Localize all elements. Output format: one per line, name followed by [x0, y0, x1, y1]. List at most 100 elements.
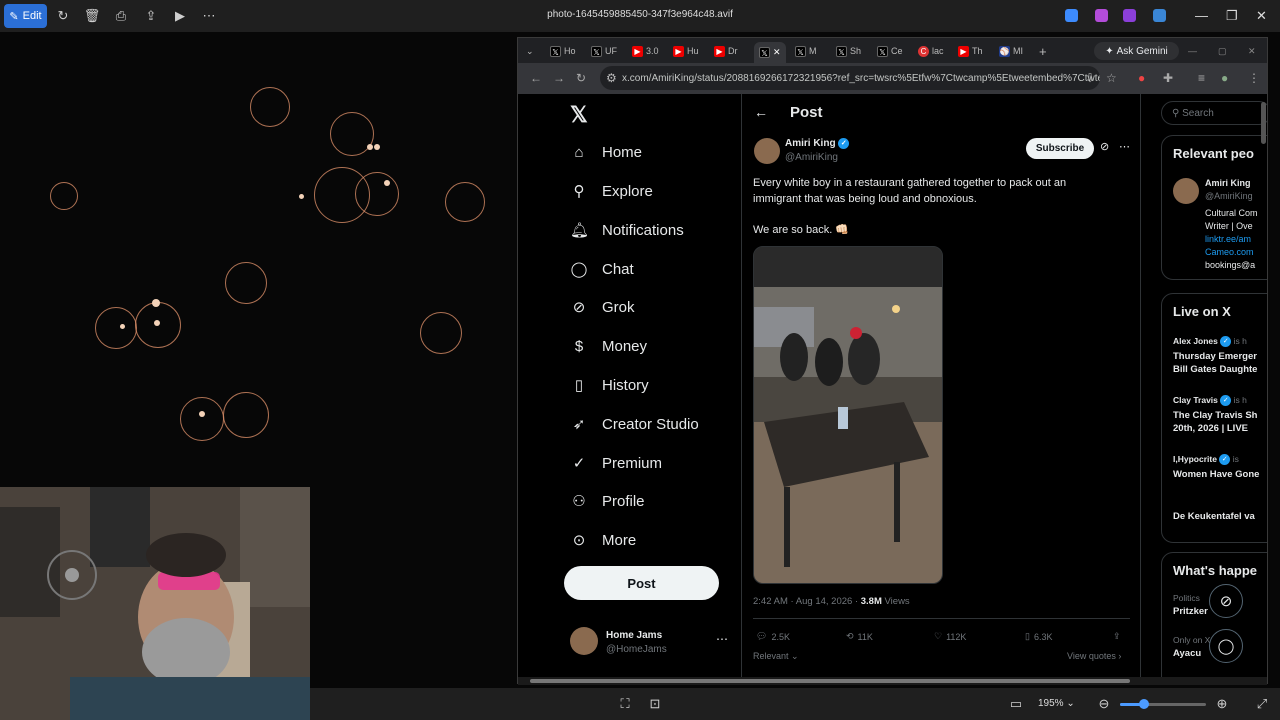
print-icon[interactable]: ⎙ [111, 6, 131, 26]
browser-tab[interactable]: Clac [918, 42, 944, 60]
live-extra-title[interactable]: De Keukentafel va [1173, 511, 1255, 522]
person-link-2[interactable]: Cameo.com [1205, 247, 1254, 257]
scrollbar-thumb[interactable] [530, 679, 1130, 683]
install-icon[interactable]: ⇩ [1085, 71, 1095, 85]
nav-money[interactable]: $ Money [570, 333, 647, 359]
search-input[interactable]: ⚲ Search [1161, 101, 1267, 125]
nav-explore[interactable]: ⚲ Explore [570, 178, 653, 204]
bookmark-star-icon[interactable]: ☆ [1106, 71, 1117, 85]
nav-notifications[interactable]: 🔔︎ Notifications [570, 217, 684, 243]
browser-tab[interactable]: ▶ Th [958, 42, 983, 60]
forward-icon[interactable]: → [553, 71, 565, 85]
grok-explain-icon[interactable]: ⊘ [1100, 140, 1109, 153]
slideshow-icon[interactable]: ▶ [170, 6, 190, 26]
zoom-slider-thumb[interactable] [1139, 699, 1149, 709]
back-arrow-icon[interactable]: ← [754, 104, 768, 120]
browser-tab[interactable]: ▶ Hu [673, 42, 699, 60]
ask-gemini-button[interactable]: ✦ Ask Gemini [1094, 42, 1179, 60]
trend-name[interactable]: Ayacu [1173, 648, 1201, 659]
back-icon[interactable]: ← [530, 71, 542, 85]
nav-more[interactable]: ⊙ More [570, 527, 636, 553]
nav-history[interactable]: ▯ History [570, 372, 649, 398]
browser-tab[interactable]: 𝕏 Ho [550, 42, 576, 60]
nav-creator-studio[interactable]: ➶ Creator Studio [570, 411, 699, 437]
site-info-icon[interactable]: ⚙ [606, 71, 617, 85]
person-avatar[interactable] [1173, 178, 1199, 204]
like-button[interactable]: ♡ 112K [934, 631, 966, 642]
zoom-slider[interactable] [1120, 699, 1206, 709]
tab-search-button[interactable]: ⌄ [526, 42, 534, 60]
fit-to-window-icon[interactable]: ⛶ [615, 694, 635, 714]
author-avatar[interactable] [754, 138, 780, 164]
person-link-1[interactable]: linktr.ee/am [1205, 234, 1251, 244]
edit-button[interactable]: ✎ Edit [4, 4, 47, 28]
app-tray-icon[interactable] [1153, 9, 1166, 22]
grok-fab-icon[interactable]: ⊘ [1209, 584, 1243, 618]
browser-tab[interactable]: 𝕏 Sh [836, 42, 861, 60]
chat-fab-icon[interactable]: ◯ [1209, 629, 1243, 663]
reading-list-icon[interactable]: ≡ [1198, 71, 1205, 85]
avatar[interactable] [570, 627, 598, 655]
nav-profile[interactable]: ⚇ Profile [570, 488, 644, 514]
share-icon[interactable]: ⇪ [141, 6, 161, 26]
author-name-row[interactable]: Amiri King ✓ [785, 138, 850, 149]
browser-tab[interactable]: 𝕏 UF [591, 42, 617, 60]
nav-home[interactable]: ⌂ Home [570, 139, 642, 165]
trend-name[interactable]: Pritzker [1173, 606, 1208, 617]
browser-tab[interactable]: ▶ Dr [714, 42, 738, 60]
delete-icon[interactable]: 🗑 [82, 6, 102, 26]
app-tray-icon[interactable] [1095, 9, 1108, 22]
reply-button[interactable]: 💬︎ 2.5K [756, 631, 790, 642]
more-options-icon[interactable]: ⋯ [199, 6, 219, 26]
nav-premium[interactable]: ✓ Premium [570, 450, 662, 476]
live-title-1[interactable]: The Clay Travis Sh [1173, 410, 1257, 421]
live-title-1[interactable]: Women Have Gone [1173, 469, 1259, 480]
horizontal-scrollbar[interactable] [518, 677, 1267, 685]
maximize-icon[interactable]: ▢ [1218, 42, 1227, 60]
browser-tab[interactable]: ▶ 3.0 [632, 42, 659, 60]
reload-icon[interactable]: ↻ [576, 71, 586, 85]
live-title-1[interactable]: Thursday Emerger [1173, 351, 1257, 362]
fullscreen-frame-icon[interactable]: ▭ [1006, 694, 1026, 714]
nav-chat[interactable]: ◯ Chat [570, 256, 634, 282]
repost-button[interactable]: ⟲ 11K [846, 631, 873, 642]
live-host-row[interactable]: Clay Travis ✓ is h [1173, 395, 1247, 407]
tab-close-icon[interactable]: ✕ [773, 47, 781, 58]
actual-size-icon[interactable]: ⊡ [645, 694, 665, 714]
app-tray-icon[interactable] [1065, 9, 1078, 22]
zoom-out-icon[interactable]: ⊖ [1094, 694, 1114, 714]
post-more-icon[interactable]: ⋯ [1119, 140, 1130, 153]
browser-tab[interactable]: ⚾ MI [999, 42, 1023, 60]
vertical-scrollbar[interactable] [1261, 102, 1266, 144]
url-bar[interactable]: x.com/AmiriKing/status/20881692661723219… [600, 66, 1100, 90]
minimize-icon[interactable]: — [1195, 8, 1208, 23]
expand-icon[interactable]: ⤢ [1252, 694, 1272, 714]
live-title-2[interactable]: 20th, 2026 | LIVE [1173, 423, 1248, 434]
bookmark-button[interactable]: ▯ 6.3K [1025, 631, 1052, 642]
relevant-dropdown[interactable]: Relevant ⌄ [753, 651, 799, 662]
maximize-icon[interactable]: ❐ [1226, 8, 1238, 24]
view-quotes-link[interactable]: View quotes › [1067, 651, 1121, 661]
share-icon[interactable]: ⇪ [1113, 631, 1121, 642]
live-host-row[interactable]: Alex Jones ✓ is h [1173, 336, 1247, 348]
close-icon[interactable]: ✕ [1256, 8, 1267, 24]
post-button[interactable]: Post [564, 566, 719, 600]
nav-grok[interactable]: ⊘ Grok [570, 294, 635, 320]
browser-tab[interactable]: 𝕏M [795, 42, 817, 60]
account-more-icon[interactable]: ⋯ [716, 632, 728, 646]
zoom-in-icon[interactable]: ⊕ [1212, 694, 1232, 714]
profile-avatar-icon[interactable]: ● [1221, 71, 1228, 85]
app-tray-icon[interactable] [1123, 9, 1136, 22]
browser-tab[interactable]: 𝕏 Ce [877, 42, 903, 60]
post-video[interactable] [753, 246, 943, 584]
close-icon[interactable]: ✕ [1248, 42, 1256, 60]
x-logo-icon[interactable]: 𝕏 [570, 102, 588, 128]
minimize-icon[interactable]: — [1188, 42, 1197, 60]
browser-menu-icon[interactable]: ⋮ [1248, 71, 1260, 85]
adblock-icon[interactable]: ● [1138, 71, 1145, 85]
rotate-icon[interactable]: ↻ [53, 6, 73, 26]
live-title-2[interactable]: Bill Gates Daughte [1173, 364, 1257, 375]
new-tab-button[interactable]: + [1039, 42, 1047, 60]
zoom-level[interactable]: 195% ⌄ [1038, 698, 1075, 709]
extensions-icon[interactable]: ✚ [1163, 71, 1173, 85]
